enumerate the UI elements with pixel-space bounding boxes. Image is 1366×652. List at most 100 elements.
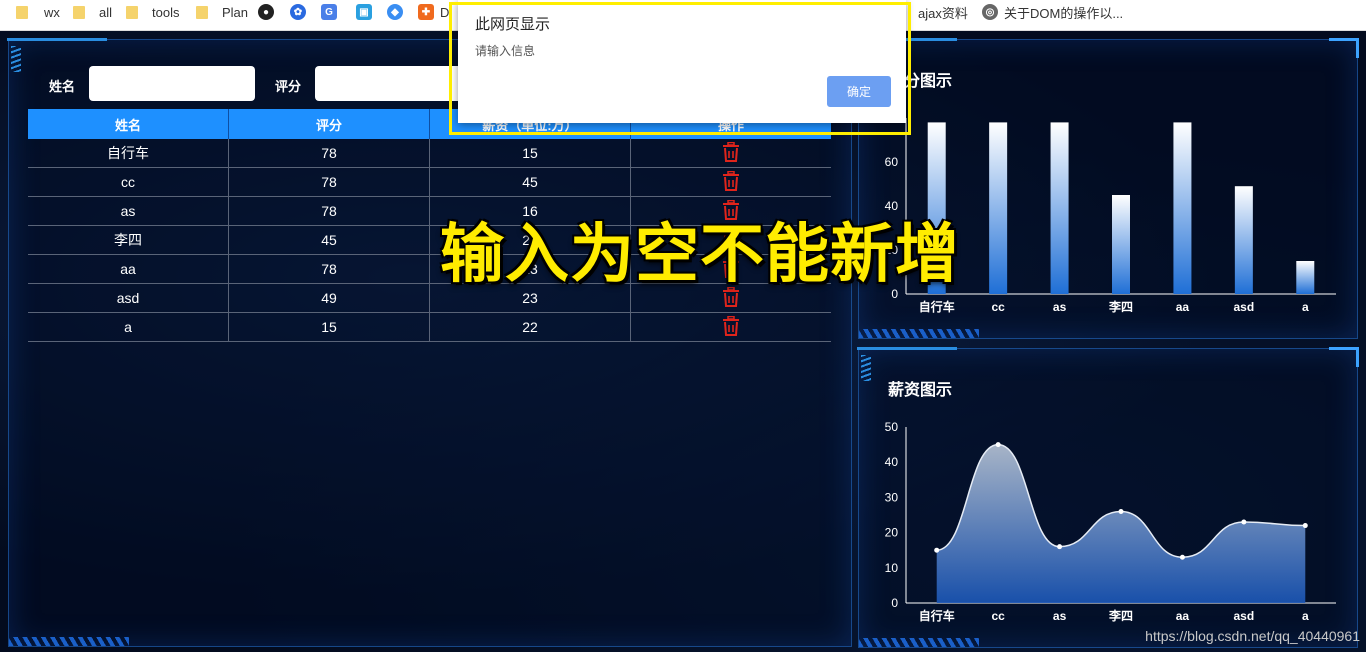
cell-name: aa xyxy=(28,254,230,284)
y-tick-label: 20 xyxy=(885,526,899,540)
cell-name: as xyxy=(28,196,230,226)
score-bar xyxy=(1173,122,1192,295)
score-bar xyxy=(1234,186,1253,294)
bookmark-image[interactable]: ▣ xyxy=(356,0,372,24)
salary-area-chart: 0 10 20 30 40 50 自行车 cc as 李四 aa asd a xyxy=(885,420,1336,623)
bookmark-tools[interactable]: tools xyxy=(126,0,179,24)
panel-hatch-decoration xyxy=(11,46,21,72)
cell-score: 78 xyxy=(228,196,430,226)
x-tick-label: cc xyxy=(991,300,1005,314)
github-icon: ● xyxy=(258,4,274,20)
cell-score: 78 xyxy=(228,167,430,197)
salary-point xyxy=(1302,523,1308,529)
translate-icon: G xyxy=(321,4,337,20)
column-header-name: 姓名 xyxy=(28,109,230,139)
bookmark-d[interactable]: ✚ D xyxy=(418,0,449,24)
column-header-score: 评分 xyxy=(228,109,430,139)
score-bar xyxy=(989,122,1008,295)
bookmark-label: wx xyxy=(44,4,60,20)
bookmark-github[interactable]: ● xyxy=(258,0,274,24)
bookmark-shield[interactable]: ◆ xyxy=(387,0,403,24)
table-row: cc 78 45 xyxy=(28,167,831,197)
highlight-frame xyxy=(449,2,911,135)
bookmark-plan[interactable]: Plan xyxy=(196,0,248,24)
y-tick-label: 50 xyxy=(885,420,899,434)
x-tick-label: as xyxy=(1053,609,1067,623)
cell-action xyxy=(630,139,831,168)
salary-chart-panel: 薪资图示 0 10 20 30 40 50 自行车 cc as 李四 aa asd a xyxy=(857,347,1359,648)
x-tick-label: 李四 xyxy=(1108,299,1133,314)
cell-salary: 15 xyxy=(429,139,632,168)
salary-point xyxy=(1057,544,1063,550)
x-tick-label: 李四 xyxy=(1108,608,1133,623)
salary-point xyxy=(1118,508,1124,514)
y-tick-label: 10 xyxy=(885,561,899,575)
salary-point xyxy=(1241,519,1247,525)
bookmark-translate[interactable]: G xyxy=(321,0,337,24)
x-tick-label: a xyxy=(1302,609,1309,623)
cell-score: 45 xyxy=(228,225,430,255)
bookmark-label: all xyxy=(99,4,113,20)
folder-icon xyxy=(16,5,28,19)
delete-trash-icon[interactable] xyxy=(722,170,740,194)
cell-score: 78 xyxy=(228,139,430,168)
y-tick-label: 40 xyxy=(885,455,899,469)
salary-point xyxy=(995,442,1001,448)
bookmark-all[interactable]: all xyxy=(73,0,112,24)
cell-salary: 22 xyxy=(429,312,632,342)
x-tick-label: a xyxy=(1302,300,1309,314)
salary-point xyxy=(934,547,940,553)
cell-name: a xyxy=(28,312,230,342)
bookmark-label: 关于DOM的操作以... xyxy=(1004,5,1124,21)
table-row: 自行车 78 15 xyxy=(28,139,831,168)
cell-name: cc xyxy=(28,167,230,197)
x-tick-label: 自行车 xyxy=(919,299,955,314)
cell-action xyxy=(630,312,831,342)
baidu-icon: ✿ xyxy=(290,4,306,20)
cell-action xyxy=(630,167,831,197)
y-tick-label: 0 xyxy=(891,596,898,610)
folder-icon xyxy=(126,5,138,19)
x-tick-label: asd xyxy=(1234,300,1255,314)
bookmark-icon: ✚ xyxy=(418,4,434,20)
overlay-caption: 输入为空不能新增 xyxy=(440,218,960,292)
cell-name: 李四 xyxy=(28,225,230,255)
x-tick-label: aa xyxy=(1176,609,1190,623)
bookmark-label: ajax资料 xyxy=(918,5,968,21)
cell-name: 自行车 xyxy=(28,139,230,168)
panel-corner-decoration xyxy=(7,38,107,41)
panel-stripe-decoration xyxy=(9,637,129,646)
bookmark-label: D xyxy=(440,4,450,20)
score-bar xyxy=(1050,122,1069,295)
x-tick-label: aa xyxy=(1176,300,1190,314)
delete-trash-icon[interactable] xyxy=(722,141,740,165)
cell-score: 15 xyxy=(228,312,430,342)
salary-area xyxy=(936,444,1306,603)
bookmark-dom[interactable]: ◎ 关于DOM的操作以... xyxy=(982,0,1123,24)
x-tick-label: 自行车 xyxy=(919,608,955,623)
salary-point xyxy=(1179,554,1185,560)
table-row: a 15 22 xyxy=(28,312,831,342)
cell-salary: 45 xyxy=(429,167,632,197)
delete-trash-icon[interactable] xyxy=(722,315,740,339)
cell-score: 49 xyxy=(228,283,430,313)
name-label: 姓名 xyxy=(49,79,76,94)
x-tick-label: cc xyxy=(991,609,1005,623)
bookmark-label: tools xyxy=(152,4,180,20)
score-bar xyxy=(1296,261,1315,294)
bookmark-baidu[interactable]: ✿ xyxy=(290,0,306,24)
folder-icon xyxy=(73,5,85,19)
score-bar xyxy=(1112,195,1130,294)
name-input[interactable] xyxy=(89,66,255,101)
globe-icon: ◎ xyxy=(982,4,998,20)
cell-score: 78 xyxy=(228,254,430,284)
shield-icon: ◆ xyxy=(387,4,403,20)
folder-icon xyxy=(196,5,208,19)
cell-name: asd xyxy=(28,283,230,313)
bookmark-ajax[interactable]: ajax资料 xyxy=(918,0,968,24)
score-input[interactable] xyxy=(315,66,469,101)
bookmark-label: Plan xyxy=(222,4,249,20)
x-tick-label: as xyxy=(1053,300,1067,314)
image-icon: ▣ xyxy=(356,4,372,20)
bookmark-wx[interactable]: wx xyxy=(16,0,60,24)
